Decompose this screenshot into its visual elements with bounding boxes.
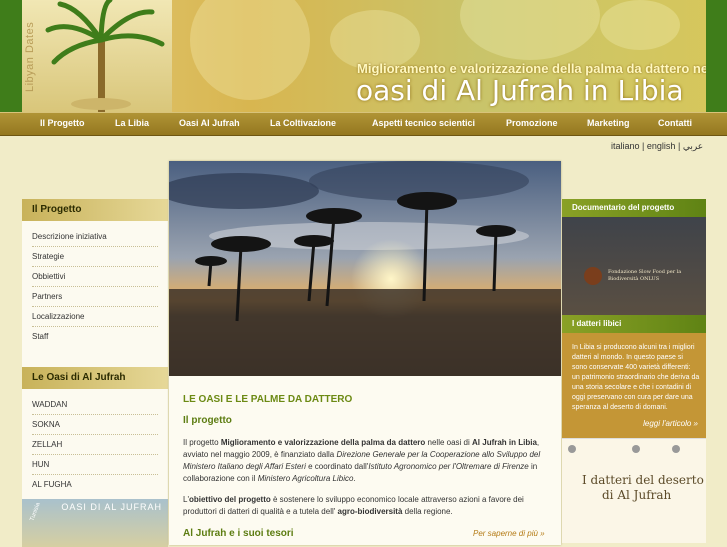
nav-item-promozione[interactable]: Promozione (506, 118, 558, 128)
sidebar-item-waddan[interactable]: WADDAN (32, 395, 158, 415)
read-more-link[interactable]: Per saperne di più » (473, 529, 545, 538)
site-header: Libyan Dates Miglioramento e valorizzazi… (0, 0, 727, 112)
sidebar-item-zellah[interactable]: ZELLAH (32, 435, 158, 455)
sidebar-heading-oasi: Le Oasi di Al Jufrah (22, 367, 168, 389)
map-title: OASI DI AL JUFRAH (61, 502, 162, 512)
lang-english[interactable]: english (647, 141, 676, 151)
p2-bold-objective: obiettivo del progetto (188, 495, 271, 504)
left-sidebar: Il Progetto Descrizione iniziativa Strat… (22, 199, 168, 547)
map-label-tunisia: Tunisia (29, 501, 42, 523)
p1-italic-istituto: Istituto Agronomico per l'Oltremare di F… (368, 462, 529, 471)
sidebar-item-al-fugha[interactable]: AL FUGHA (32, 475, 158, 494)
language-switcher: italiano | english | عربي (611, 141, 703, 152)
intro-paragraph: Il progetto Miglioramento e valorizzazio… (183, 437, 553, 485)
sidebar-heading-progetto: Il Progetto (22, 199, 168, 221)
sidebar-list-progetto: Descrizione iniziativa Strategie Obbiett… (22, 221, 168, 367)
p2-text: della regione. (402, 507, 453, 516)
sidebar-item-obbiettivi[interactable]: Obbiettivi (32, 267, 158, 287)
sidebar-item-staff[interactable]: Staff (32, 327, 158, 346)
nav-item-oasi-al-jufrah[interactable]: Oasi Al Jufrah (179, 118, 240, 128)
page-title: LE OASI E LE PALME DA DATTERO (183, 394, 353, 405)
sidebar-item-sokna[interactable]: SOKNA (32, 415, 158, 435)
nav-item-aspetti-tecnico[interactable]: Aspetti tecnico scientici (372, 118, 475, 128)
header-bg-blob (600, 0, 680, 50)
sidebar-item-partners[interactable]: Partners (32, 287, 158, 307)
nav-item-la-coltivazione[interactable]: La Coltivazione (270, 118, 336, 128)
p2-bold-agro: agro-biodiversità (337, 507, 403, 516)
main-nav: Il Progetto La Libia Oasi Al Jufrah La C… (0, 112, 727, 136)
partner-logo-icon (672, 445, 680, 453)
p1-bold-project: Miglioramento e valorizzazione della pal… (220, 438, 426, 447)
lang-italiano[interactable]: italiano (611, 141, 640, 151)
header-bg-blob (190, 0, 310, 100)
partner-logo-icon (568, 445, 576, 453)
lang-separator: | (642, 141, 645, 151)
header-bg-blob (460, 0, 600, 60)
p1-italic-ministero: Ministero Agricoltura Libico (257, 474, 354, 483)
logo-vertical-text: Libyan Dates (24, 21, 36, 92)
header-right-bar (706, 0, 727, 112)
nav-item-la-libia[interactable]: La Libia (115, 118, 149, 128)
slow-food-logo-icon (584, 267, 602, 285)
partner-logo-icon (632, 445, 640, 453)
video-heading: Documentario del progetto (562, 199, 706, 217)
book-cover-thumbnail[interactable]: I datteri del deserto di Al Jufrah (562, 438, 706, 543)
datteri-heading: I datteri libici (562, 315, 706, 333)
p1-bold-place: Al Jufrah in Libia (472, 438, 537, 447)
lang-separator: | (677, 141, 681, 151)
hero-sunset-image (169, 161, 561, 376)
sidebar-item-localizzazione[interactable]: Localizzazione (32, 307, 158, 327)
sidebar-item-hun[interactable]: HUN (32, 455, 158, 475)
video-caption: Fondazione Slow Food per la Biodiversità… (608, 269, 682, 282)
nav-item-contatti[interactable]: Contatti (658, 118, 692, 128)
palm-tree-icon (45, 0, 165, 112)
datteri-read-link[interactable]: leggi l'articolo » (643, 419, 698, 428)
oasi-map-thumbnail[interactable]: OASI DI AL JUFRAH Tunisia (22, 499, 168, 547)
lang-arabic[interactable]: عربي (683, 141, 703, 151)
site-title: oasi di Al Jufrah in Libia (356, 74, 684, 107)
section-subtitle-tesori: Al Jufrah e i suoi tesori (183, 528, 294, 539)
section-subtitle: Il progetto (183, 415, 232, 426)
p1-text: . (353, 474, 356, 483)
documentary-video-thumbnail[interactable]: Fondazione Slow Food per la Biodiversità… (562, 217, 706, 315)
sidebar-item-descrizione[interactable]: Descrizione iniziativa (32, 227, 158, 247)
book-title-line1: I datteri del deserto (582, 473, 704, 487)
sidebar-list-oasi: WADDAN SOKNA ZELLAH HUN AL FUGHA (22, 389, 168, 499)
right-sidebar: Documentario del progetto Fondazione Slo… (562, 199, 706, 545)
datteri-box: In Libia si producono alcuni tra i migli… (562, 333, 706, 438)
sidebar-item-strategie[interactable]: Strategie (32, 247, 158, 267)
book-title-line2: di Al Jufrah (602, 488, 672, 502)
objective-paragraph: L'obiettivo del progetto è sostenere lo … (183, 494, 553, 518)
nav-item-marketing[interactable]: Marketing (587, 118, 630, 128)
p1-text: Il progetto (183, 438, 221, 447)
p1-text: nelle oasi di (425, 438, 473, 447)
p1-text: e coordinato dall' (305, 462, 369, 471)
nav-item-il-progetto[interactable]: Il Progetto (40, 118, 85, 128)
main-content: LE OASI E LE PALME DA DATTERO Il progett… (169, 161, 561, 545)
datteri-text: In Libia si producono alcuni tra i migli… (572, 344, 700, 411)
